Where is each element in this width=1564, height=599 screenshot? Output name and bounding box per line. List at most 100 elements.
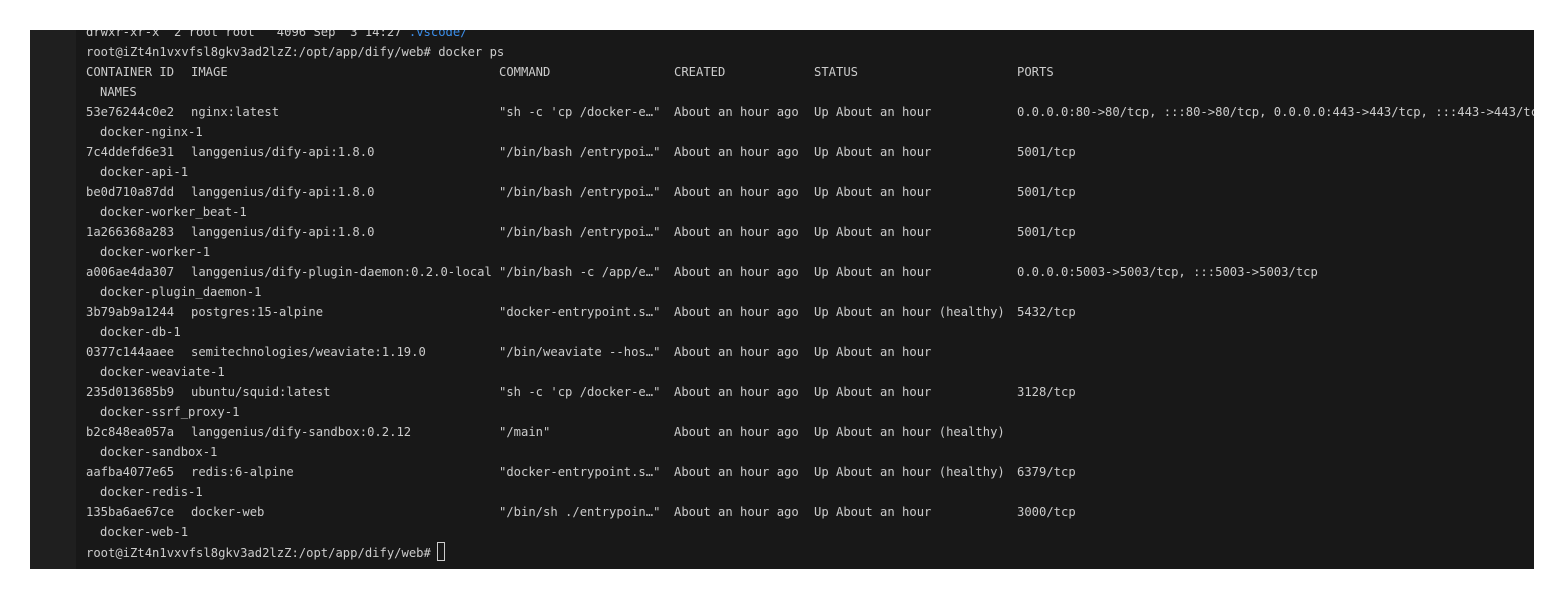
container-name: docker-db-1 bbox=[100, 325, 181, 339]
table-row-names: docker-nginx-1 bbox=[86, 122, 1534, 142]
image-name: langgenius/dify-api:1.8.0 bbox=[191, 225, 375, 239]
table-row: be0d710a87dd langgenius/dify-api:1.8.0 "/b… bbox=[86, 182, 1534, 202]
container-name: docker-redis-1 bbox=[100, 485, 203, 499]
table-header-names: NAMES bbox=[86, 82, 1534, 102]
table-row-names: docker-sandbox-1 bbox=[86, 442, 1534, 462]
header-image: IMAGE bbox=[191, 65, 228, 79]
created-text: About an hour ago bbox=[674, 345, 799, 359]
image-name: nginx:latest bbox=[191, 105, 280, 119]
command-text: "sh -c 'cp /docker-e…" bbox=[499, 105, 661, 119]
image-name: ubuntu/squid:latest bbox=[191, 385, 331, 399]
shell-prompt: root@iZt4n1vxvfsl8gkv3ad2lzZ:/opt/app/di… bbox=[86, 45, 431, 59]
image-name: postgres:15-alpine bbox=[191, 305, 324, 319]
created-text: About an hour ago bbox=[674, 105, 799, 119]
created-text: About an hour ago bbox=[674, 185, 799, 199]
command-line: root@iZt4n1vxvfsl8gkv3ad2lzZ:/opt/app/di… bbox=[86, 42, 1534, 62]
command-text: "/bin/bash -c /app/e…" bbox=[499, 265, 661, 279]
current-prompt-line[interactable]: root@iZt4n1vxvfsl8gkv3ad2lzZ:/opt/app/di… bbox=[86, 542, 1534, 562]
table-row: aafba4077e65 redis:6-alpine "docker-entryp… bbox=[86, 462, 1534, 482]
container-name: docker-worker_beat-1 bbox=[100, 205, 247, 219]
status-text: Up About an hour bbox=[814, 345, 932, 359]
table-row: 0377c144aaee semitechnologies/weaviate:1.… bbox=[86, 342, 1534, 362]
status-text: Up About an hour bbox=[814, 105, 932, 119]
container-name: docker-nginx-1 bbox=[100, 125, 203, 139]
ports-text: 5001/tcp bbox=[1017, 145, 1076, 159]
status-text: Up About an hour bbox=[814, 145, 932, 159]
header-created: CREATED bbox=[674, 65, 726, 79]
command-text: "/main" bbox=[499, 425, 551, 439]
ports-text: 6379/tcp bbox=[1017, 465, 1076, 479]
status-text: Up About an hour (healthy) bbox=[814, 305, 1005, 319]
created-text: About an hour ago bbox=[674, 305, 799, 319]
container-id: 7c4ddefd6e31 bbox=[86, 145, 175, 159]
container-id: 235d013685b9 bbox=[86, 385, 175, 399]
terminal-cursor bbox=[436, 542, 445, 561]
ports-text: 3128/tcp bbox=[1017, 385, 1076, 399]
command-text: "sh -c 'cp /docker-e…" bbox=[499, 385, 661, 399]
command-text: "/bin/bash /entrypoi…" bbox=[499, 225, 661, 239]
typed-command: docker ps bbox=[438, 45, 505, 59]
container-id: 3b79ab9a1244 bbox=[86, 305, 175, 319]
container-id: aafba4077e65 bbox=[86, 465, 175, 479]
table-row-names: docker-db-1 bbox=[86, 322, 1534, 342]
table-row: 53e76244c0e2 nginx:latest "sh -c 'cp /dock… bbox=[86, 102, 1534, 122]
table-row: a006ae4da307 langgenius/dify-plugin-daemo… bbox=[86, 262, 1534, 282]
created-text: About an hour ago bbox=[674, 265, 799, 279]
header-command: COMMAND bbox=[499, 65, 551, 79]
ports-text: 0.0.0.0:80->80/tcp, :::80->80/tcp, 0.0.0… bbox=[1017, 105, 1534, 119]
header-ports: PORTS bbox=[1017, 65, 1054, 79]
table-row: 7c4ddefd6e31 langgenius/dify-api:1.8.0 "/b… bbox=[86, 142, 1534, 162]
command-text: "/bin/sh ./entrypoin…" bbox=[499, 505, 661, 519]
command-text: "/bin/bash /entrypoi…" bbox=[499, 185, 661, 199]
command-text: "docker-entrypoint.s…" bbox=[499, 305, 661, 319]
status-text: Up About an hour (healthy) bbox=[814, 425, 1005, 439]
status-text: Up About an hour bbox=[814, 225, 932, 239]
ls-entry-dir: .vscode/ bbox=[408, 30, 468, 39]
status-text: Up About an hour bbox=[814, 505, 932, 519]
image-name: redis:6-alpine bbox=[191, 465, 294, 479]
table-row-names: docker-ssrf_proxy-1 bbox=[86, 402, 1534, 422]
table-header: CONTAINER ID IMAGE COMMAND CREATED STATU… bbox=[86, 62, 1534, 82]
ports-text: 0.0.0.0:5003->5003/tcp, :::5003->5003/tc… bbox=[1017, 265, 1318, 279]
container-name: docker-worker-1 bbox=[100, 245, 211, 259]
ls-output-line: drwxr-xr-x 2 root root 4096 Sep 3 14:27 … bbox=[86, 30, 1534, 42]
created-text: About an hour ago bbox=[674, 385, 799, 399]
image-name: langgenius/dify-plugin-daemon:0.2.0-loca… bbox=[191, 265, 492, 279]
container-id: 135ba6ae67ce bbox=[86, 505, 175, 519]
table-row: b2c848ea057a langgenius/dify-sandbox:0.2.… bbox=[86, 422, 1534, 442]
command-text: "/bin/bash /entrypoi…" bbox=[499, 145, 661, 159]
image-name: langgenius/dify-sandbox:0.2.12 bbox=[191, 425, 412, 439]
table-row-names: docker-api-1 bbox=[86, 162, 1534, 182]
status-text: Up About an hour (healthy) bbox=[814, 465, 1005, 479]
container-id: a006ae4da307 bbox=[86, 265, 175, 279]
status-text: Up About an hour bbox=[814, 185, 932, 199]
ports-text: 5001/tcp bbox=[1017, 225, 1076, 239]
created-text: About an hour ago bbox=[674, 505, 799, 519]
table-row-names: docker-worker_beat-1 bbox=[86, 202, 1534, 222]
status-text: Up About an hour bbox=[814, 265, 932, 279]
image-name: langgenius/dify-api:1.8.0 bbox=[191, 185, 375, 199]
image-name: langgenius/dify-api:1.8.0 bbox=[191, 145, 375, 159]
container-id: be0d710a87dd bbox=[86, 185, 175, 199]
container-id: 1a266368a283 bbox=[86, 225, 175, 239]
terminal-output[interactable]: drwxr-xr-x 2 root root 4096 Sep 3 14:27 … bbox=[86, 30, 1534, 562]
ports-text: 5001/tcp bbox=[1017, 185, 1076, 199]
terminal-panel[interactable]: drwxr-xr-x 2 root root 4096 Sep 3 14:27 … bbox=[30, 30, 1534, 569]
container-name: docker-web-1 bbox=[100, 525, 189, 539]
container-name: docker-sandbox-1 bbox=[100, 445, 218, 459]
created-text: About an hour ago bbox=[674, 225, 799, 239]
ls-entry-text: drwxr-xr-x 2 root root 4096 Sep 3 14:27 bbox=[86, 30, 409, 39]
ports-text: 5432/tcp bbox=[1017, 305, 1076, 319]
container-name: docker-ssrf_proxy-1 bbox=[100, 405, 240, 419]
container-id: 0377c144aaee bbox=[86, 345, 175, 359]
created-text: About an hour ago bbox=[674, 425, 799, 439]
container-id: b2c848ea057a bbox=[86, 425, 175, 439]
command-text: "docker-entrypoint.s…" bbox=[499, 465, 661, 479]
container-rows: 53e76244c0e2 nginx:latest "sh -c 'cp /dock… bbox=[86, 102, 1534, 542]
table-row-names: docker-worker-1 bbox=[86, 242, 1534, 262]
shell-prompt: root@iZt4n1vxvfsl8gkv3ad2lzZ:/opt/app/di… bbox=[86, 546, 431, 560]
table-row: 135ba6ae67ce docker-web "/bin/sh ./entrypo… bbox=[86, 502, 1534, 522]
header-names: NAMES bbox=[100, 85, 137, 99]
table-row-names: docker-weaviate-1 bbox=[86, 362, 1534, 382]
table-row-names: docker-redis-1 bbox=[86, 482, 1534, 502]
